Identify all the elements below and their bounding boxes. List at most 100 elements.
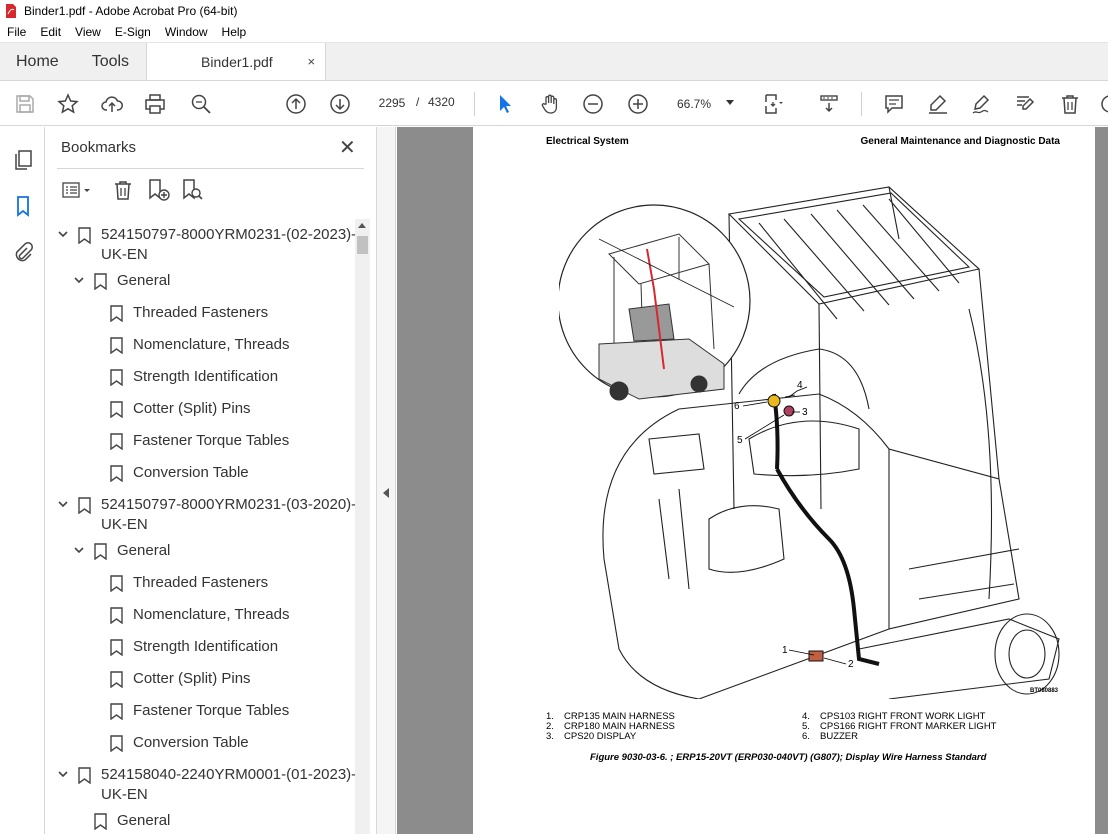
bookmark-label: Fastener Torque Tables	[133, 702, 290, 719]
save-icon[interactable]	[12, 91, 38, 117]
delete-bookmark-icon[interactable]	[110, 177, 136, 203]
toolbar-divider	[474, 92, 475, 116]
chevron-down-icon[interactable]	[74, 545, 84, 555]
page-separator: /	[416, 95, 420, 109]
bookmark-label: Nomenclature, Threads	[133, 606, 290, 623]
search-icon[interactable]	[188, 91, 214, 117]
bookmark-icon	[94, 273, 107, 290]
scroll-mode-icon[interactable]	[816, 91, 842, 117]
tab-close-icon[interactable]: ×	[307, 54, 315, 69]
legend-item: 6. BUZZER	[802, 731, 858, 742]
print-icon[interactable]	[142, 91, 168, 117]
bookmark-label: Conversion Table	[133, 734, 249, 751]
forklift-harness-figure: 4 3 6 5 1 2	[559, 186, 1060, 699]
star-icon[interactable]	[55, 91, 81, 117]
menu-window[interactable]: Window	[158, 25, 215, 39]
bookmark-icon	[110, 639, 123, 656]
bookmark-icon	[94, 813, 107, 830]
callout-5: 5	[737, 435, 743, 446]
scroll-up-icon[interactable]	[358, 223, 366, 228]
callout-1: 1	[782, 645, 788, 656]
upload-cloud-icon[interactable]	[99, 91, 125, 117]
bookmarks-panel-icon[interactable]	[11, 194, 35, 218]
chevron-down-icon[interactable]	[58, 229, 68, 239]
bookmark-label: General	[117, 812, 171, 829]
pdf-page: Electrical System General Maintenance an…	[473, 127, 1095, 834]
tab-tools[interactable]: Tools	[76, 43, 146, 80]
bookmark-options-icon[interactable]	[59, 177, 95, 203]
menu-esign[interactable]: E-Sign	[108, 25, 158, 39]
hand-tool-icon[interactable]	[537, 91, 563, 117]
menu-view[interactable]: View	[68, 25, 108, 39]
bookmark-icon	[110, 401, 123, 418]
zoom-in-icon[interactable]	[625, 91, 651, 117]
acrobat-logo-icon	[4, 4, 18, 18]
tab-bar: Home Tools Binder1.pdf ×	[0, 43, 1108, 81]
zoom-level-select[interactable]: 66.7%	[668, 92, 740, 116]
bookmark-label-cont: UK-EN	[101, 786, 148, 803]
document-view[interactable]: Electrical System General Maintenance an…	[397, 127, 1108, 834]
bookmarks-scrollbar[interactable]	[355, 219, 370, 834]
collapse-panel-icon[interactable]	[383, 488, 389, 498]
previous-page-icon[interactable]	[283, 91, 309, 117]
zoom-level-value: 66.7%	[677, 97, 712, 111]
select-cursor-icon[interactable]	[492, 91, 518, 117]
panel-title: Bookmarks	[61, 139, 137, 156]
bookmark-label-cont: UK-EN	[101, 246, 148, 263]
chevron-down-icon[interactable]	[58, 769, 68, 779]
delete-icon[interactable]	[1057, 91, 1083, 117]
scrollbar-thumb[interactable]	[357, 236, 368, 254]
legend-column-left: 1. CRP135 MAIN HARNESS 2. CRP180 MAIN HARN…	[546, 712, 675, 742]
menu-bar: File Edit View E-Sign Window Help	[0, 22, 1108, 43]
bookmark-label: Nomenclature, Threads	[133, 336, 290, 353]
bookmark-icon	[110, 337, 123, 354]
legend-item: 3. CPS20 DISPLAY	[546, 731, 637, 742]
menu-edit[interactable]: Edit	[33, 25, 68, 39]
window-title: Binder1.pdf - Adobe Acrobat Pro (64-bit)	[24, 4, 238, 18]
page-number-input[interactable]: 2295	[371, 91, 413, 115]
new-bookmark-icon[interactable]	[145, 177, 171, 203]
zoom-out-icon[interactable]	[580, 91, 606, 117]
bookmark-icon	[110, 671, 123, 688]
bookmark-icon	[78, 767, 91, 784]
comment-icon[interactable]	[881, 91, 907, 117]
bookmark-label: 524158040-2240YRM0001-(01-2023)-	[101, 766, 355, 783]
next-page-icon[interactable]	[327, 91, 353, 117]
highlight-pen-icon[interactable]	[925, 91, 951, 117]
bookmark-label: General	[117, 542, 171, 559]
bookmark-label: Conversion Table	[133, 464, 249, 481]
chevron-down-icon[interactable]	[58, 499, 68, 509]
legend-column-right: 4. CPS103 RIGHT FRONT WORK LIGHT 5. CPS166…	[802, 712, 997, 742]
page-thumbnails-icon[interactable]	[11, 148, 35, 172]
page-fit-icon[interactable]	[760, 91, 786, 117]
bookmark-list: 524150797-8000YRM0231-(02-2023)- UK-EN G…	[45, 219, 355, 834]
bookmark-label: Threaded Fasteners	[133, 304, 269, 321]
bookmark-icon	[78, 227, 91, 244]
menu-help[interactable]: Help	[215, 25, 254, 39]
fill-sign-icon[interactable]	[1012, 91, 1038, 117]
tab-home[interactable]: Home	[0, 43, 76, 80]
bookmark-icon	[110, 305, 123, 322]
panel-collapse-strip[interactable]	[377, 127, 396, 834]
bookmark-icon	[110, 735, 123, 752]
chevron-down-icon	[726, 100, 734, 105]
menu-file[interactable]: File	[0, 25, 33, 39]
bookmark-label: Threaded Fasteners	[133, 574, 269, 591]
title-bar: Binder1.pdf - Adobe Acrobat Pro (64-bit)	[0, 0, 1108, 22]
tab-document[interactable]: Binder1.pdf ×	[146, 43, 327, 80]
bookmark-icon	[110, 433, 123, 450]
panel-close-icon[interactable]: ✕	[339, 135, 356, 160]
attachments-icon[interactable]	[11, 240, 35, 264]
more-tools-icon[interactable]	[1097, 91, 1108, 117]
bookmark-label: Cotter (Split) Pins	[133, 400, 251, 417]
callout-6: 6	[734, 401, 740, 412]
find-bookmark-icon[interactable]	[179, 177, 205, 203]
bookmark-icon	[110, 607, 123, 624]
chevron-down-icon[interactable]	[74, 275, 84, 285]
figure-caption: Figure 9030-03-6. ; ERP15-20VT (ERP030-0…	[590, 752, 987, 763]
bookmarks-panel: Bookmarks ✕ 524150797-8000YRM0231-(02-20…	[45, 127, 377, 834]
bookmark-icon	[78, 497, 91, 514]
toolbar: 2295 / 4320 66.7%	[0, 82, 1108, 126]
draw-freehand-icon[interactable]	[968, 91, 994, 117]
bookmark-icon	[110, 575, 123, 592]
